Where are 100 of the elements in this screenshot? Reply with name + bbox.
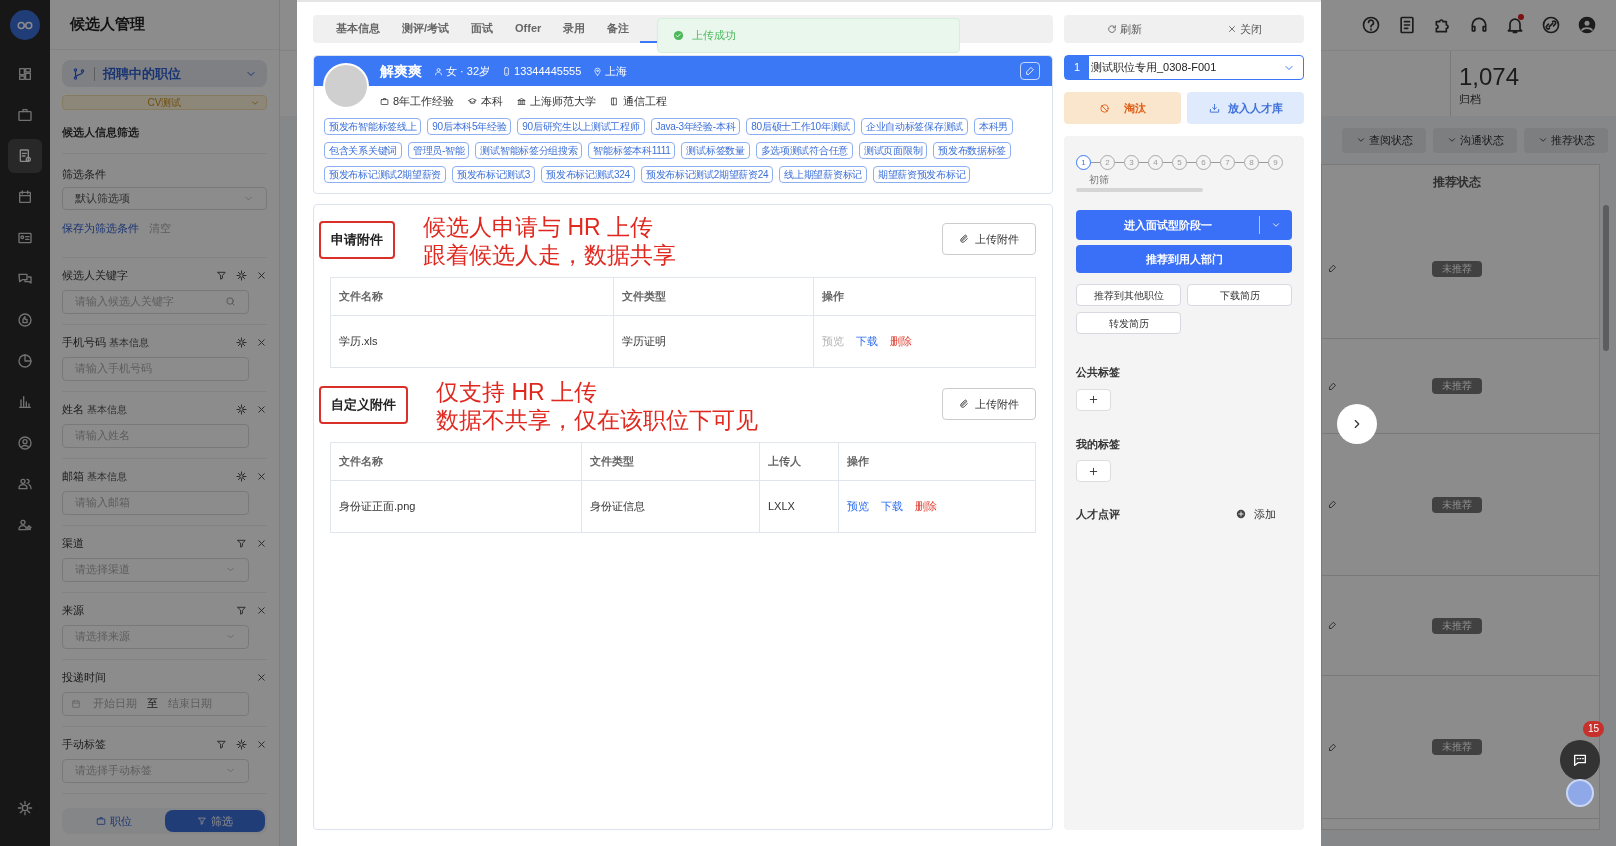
- tag: 测试标签数量: [681, 142, 750, 159]
- action-button[interactable]: 推荐到其他职位: [1076, 284, 1181, 306]
- table-cell-text: 身份证信息: [590, 499, 645, 515]
- close-icon[interactable]: [256, 538, 267, 549]
- tab[interactable]: 基本信息: [325, 15, 391, 43]
- position-select[interactable]: 招聘中的职位: [62, 60, 267, 87]
- close-button[interactable]: 关闭: [1184, 20, 1304, 38]
- bottom-tab[interactable]: 筛选: [164, 810, 265, 832]
- city: 上海: [605, 63, 628, 79]
- delete-link[interactable]: 删除: [915, 498, 937, 515]
- close-icon[interactable]: [256, 471, 267, 482]
- tab[interactable]: Offer: [504, 15, 553, 43]
- status-badge: 未推荐: [1432, 260, 1482, 277]
- nav-item[interactable]: [8, 138, 42, 173]
- settings-icon[interactable]: [236, 270, 247, 281]
- section-title: 自定义附件: [319, 386, 408, 424]
- experience: 8年工作经验: [393, 93, 455, 109]
- school-icon: [517, 96, 527, 106]
- settings-icon[interactable]: [236, 404, 247, 415]
- preview-link[interactable]: 预览: [847, 498, 869, 515]
- close-icon[interactable]: [256, 605, 267, 616]
- tab[interactable]: 测评/考试: [391, 15, 461, 43]
- upload-button[interactable]: 上传附件: [942, 223, 1036, 255]
- candidate-name: 解爽爽: [380, 61, 422, 81]
- split-button[interactable]: 进入面试型阶段一: [1076, 210, 1292, 240]
- scrollbar[interactable]: [1603, 205, 1609, 351]
- filter-dropdown[interactable]: 查阅状态: [1342, 127, 1426, 153]
- search-icon: [225, 296, 236, 307]
- edit-icon[interactable]: [1328, 621, 1337, 630]
- refresh-button[interactable]: 刷新: [1064, 20, 1184, 38]
- upload-button[interactable]: 上传附件: [942, 388, 1036, 420]
- filter-dropdown[interactable]: 推荐状态: [1524, 127, 1608, 153]
- close-icon[interactable]: [256, 270, 267, 281]
- person-icon: [17, 434, 33, 451]
- scrollbar[interactable]: [1076, 188, 1203, 192]
- recommend-button[interactable]: 推荐到用人部门: [1076, 245, 1292, 273]
- close-icon[interactable]: [256, 672, 267, 683]
- tab[interactable]: 备注: [596, 15, 641, 43]
- close-icon[interactable]: [256, 337, 267, 348]
- location-icon: [593, 66, 603, 76]
- close-icon: [1226, 24, 1237, 34]
- position-select[interactable]: 1 测试职位专用_0308-F001: [1064, 55, 1304, 80]
- plus-circle-icon: [1236, 509, 1246, 520]
- bottom-tab[interactable]: 职位: [64, 810, 165, 832]
- column-header: 操作: [847, 454, 869, 470]
- edit-icon[interactable]: [1328, 264, 1337, 273]
- talent-pool-button[interactable]: 放入人才库: [1187, 92, 1304, 124]
- tab[interactable]: 录用: [552, 15, 597, 43]
- column-header: 文件名称: [339, 289, 383, 305]
- tag: 80后硕士工作10年测试: [746, 118, 855, 135]
- range-separator: 至: [147, 696, 158, 712]
- save-filter-link[interactable]: 保存为筛选条件: [62, 220, 139, 237]
- edit-button[interactable]: [1020, 62, 1040, 80]
- settings-icon[interactable]: [236, 337, 247, 348]
- tag: 90后研究生以上测试工程师: [517, 118, 645, 135]
- bell-icon[interactable]: [1505, 15, 1525, 35]
- filter-dropdown[interactable]: 沟通状态: [1433, 127, 1517, 153]
- edit-icon[interactable]: [1328, 381, 1337, 391]
- status-badge: 未推荐: [1432, 739, 1482, 755]
- delete-link[interactable]: 删除: [890, 333, 912, 350]
- filter-icon[interactable]: [216, 739, 227, 750]
- settings-icon[interactable]: [236, 471, 247, 482]
- filter-icon[interactable]: [236, 538, 247, 549]
- close-icon[interactable]: [256, 404, 267, 415]
- tag: 智能标签本科1111: [588, 142, 676, 159]
- briefcase-icon: [380, 96, 389, 106]
- action-button[interactable]: 下载简历: [1187, 284, 1292, 306]
- reject-button[interactable]: 淘汰: [1064, 92, 1181, 124]
- download-link[interactable]: 下载: [856, 333, 878, 350]
- success-icon: [673, 30, 684, 41]
- chevron-down-icon: [1537, 135, 1548, 145]
- filter-icon[interactable]: [216, 270, 227, 281]
- tag: 测试页面限制: [859, 142, 928, 159]
- edit-icon[interactable]: [1328, 500, 1337, 509]
- filter-icon[interactable]: [236, 605, 247, 616]
- settings-icon[interactable]: [236, 739, 247, 750]
- filter-select[interactable]: 默认筛选项: [62, 187, 267, 210]
- field-label: 渠道: [62, 536, 84, 552]
- link-icon[interactable]: [1541, 15, 1561, 35]
- close-icon[interactable]: [256, 739, 267, 750]
- action-button[interactable]: 转发简历: [1076, 312, 1181, 334]
- paperclip-icon: [959, 399, 969, 409]
- document-icon[interactable]: [1397, 15, 1417, 35]
- help-icon[interactable]: [1361, 15, 1381, 35]
- headset-icon[interactable]: [1469, 15, 1489, 35]
- tab[interactable]: 面试: [460, 15, 505, 43]
- status-badge: 未推荐: [1432, 617, 1482, 634]
- school: 上海师范大学: [530, 93, 597, 109]
- table-cell-text: 学历证明: [622, 334, 666, 350]
- tag: 包含关系关键词: [324, 142, 402, 159]
- edit-icon[interactable]: [1328, 742, 1337, 752]
- download-link[interactable]: 下载: [881, 498, 903, 515]
- tag: 本科男: [973, 118, 1014, 135]
- user-icon[interactable]: [1577, 15, 1597, 35]
- step[interactable]: 1: [1076, 155, 1091, 170]
- branch-icon: [72, 66, 86, 81]
- edit-icon: [1025, 66, 1035, 76]
- field-label: 来源: [62, 603, 84, 619]
- job-badge[interactable]: CV测试: [62, 95, 267, 110]
- add-review-button[interactable]: 添加: [1236, 506, 1276, 523]
